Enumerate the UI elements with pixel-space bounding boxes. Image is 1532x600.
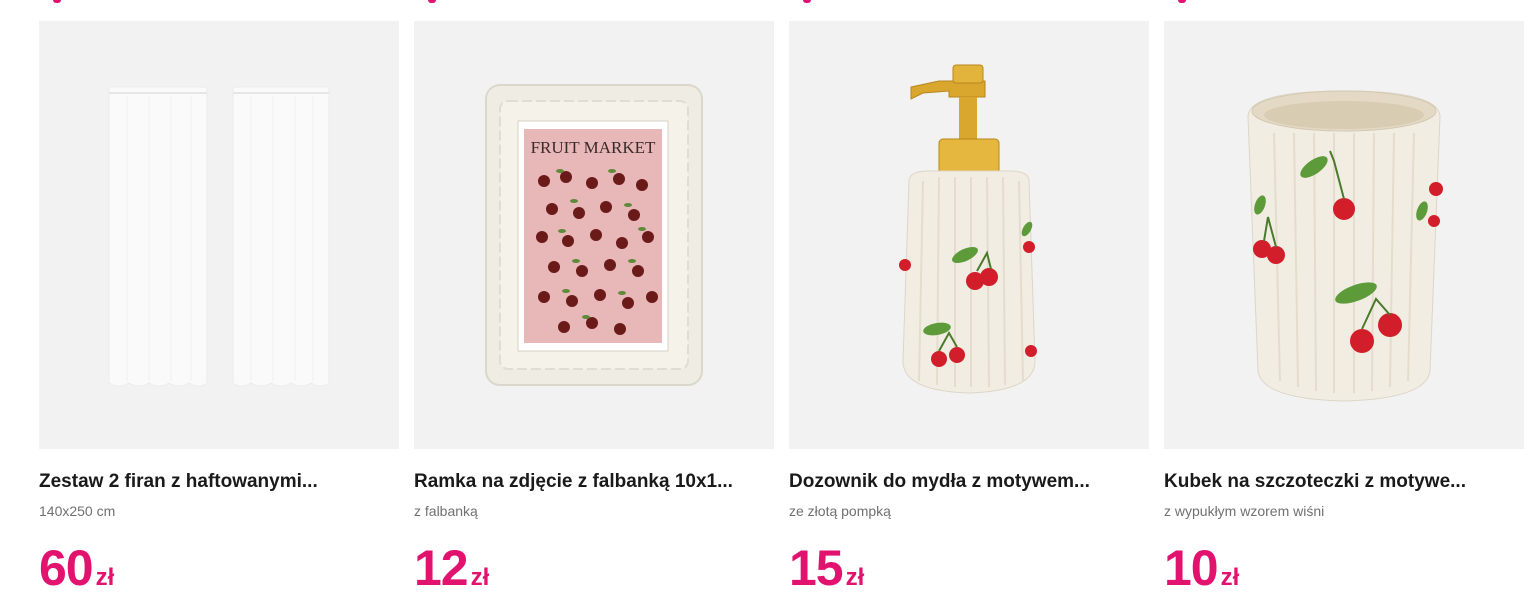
soap-dispenser-image [899,64,1037,394]
top-accent-bar [803,0,811,3]
svg-text:FRUIT MARKET: FRUIT MARKET [531,138,656,157]
price-amount: 10 [1164,540,1219,596]
price-currency: zł [1220,564,1240,591]
product-price: 12 zł [414,536,489,600]
product-subtitle: 140x250 cm [39,503,116,519]
price-currency: zł [470,564,490,591]
product-card[interactable]: Dozownik do mydła z motywem... ze złotą … [789,0,1149,600]
top-accent-bar [1178,0,1186,3]
price-currency: zł [845,564,865,591]
product-title[interactable]: Kubek na szczoteczki z motywe... [1164,470,1524,494]
top-accent-bar [428,0,436,3]
price-currency: zł [95,564,115,591]
curtains-image [108,86,330,387]
product-title[interactable]: Zestaw 2 firan z haftowanymi... [39,470,399,494]
product-title[interactable]: Ramka na zdjęcie z falbanką 10x1... [414,470,774,494]
product-grid: Zestaw 2 firan z haftowanymi... 140x250 … [39,0,1525,600]
product-price: 15 zł [789,536,864,600]
product-image[interactable] [1164,21,1524,449]
top-accent-bar [53,0,61,3]
product-subtitle: ze złotą pompką [789,503,891,519]
price-amount: 60 [39,540,94,596]
toothbrush-cup-image [1247,90,1443,402]
photo-frame-image: FRUIT MARKET [485,84,703,386]
product-title[interactable]: Dozownik do mydła z motywem... [789,470,1149,494]
product-subtitle: z falbanką [414,503,478,519]
product-card[interactable]: FRUIT MARKET Ramka na zdjęcie z falbanką… [414,0,774,600]
product-image[interactable] [39,21,399,449]
product-price: 10 zł [1164,536,1239,600]
product-subtitle: z wypukłym wzorem wiśni [1164,503,1325,519]
product-image[interactable] [789,21,1149,449]
product-image[interactable]: FRUIT MARKET [414,21,774,449]
price-amount: 12 [414,540,469,596]
product-card[interactable]: Zestaw 2 firan z haftowanymi... 140x250 … [39,0,399,600]
price-amount: 15 [789,540,844,596]
product-card[interactable]: Kubek na szczoteczki z motywe... z wypuk… [1164,0,1524,600]
product-price: 60 zł [39,536,114,600]
